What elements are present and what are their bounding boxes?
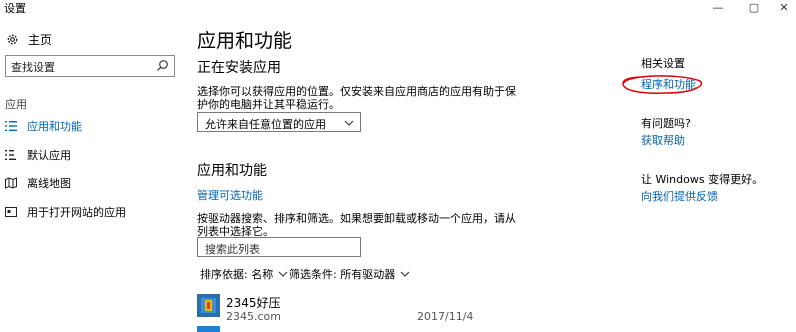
- app-icon: [197, 326, 220, 332]
- question-heading: 有问题吗?: [641, 117, 691, 130]
- gear-icon: [5, 32, 19, 46]
- sidebar-item-apps-for-websites[interactable]: 用于打开网站的应用: [5, 203, 126, 221]
- manage-optional-features-link[interactable]: 管理可选功能: [197, 187, 263, 203]
- red-annotation-circle: [622, 75, 703, 94]
- app-name: 2345好压: [226, 296, 281, 310]
- sort-label: 排序依据: 名称: [200, 268, 274, 281]
- default-apps-icon: [5, 149, 17, 161]
- app-install-date: 2017/11/4: [417, 310, 474, 323]
- sidebar-item-label: 用于打开网站的应用: [27, 206, 126, 219]
- installing-heading: 正在安装应用: [197, 60, 281, 76]
- search-placeholder: 查找设置: [11, 61, 55, 74]
- search-icon[interactable]: [156, 59, 169, 72]
- sort-dropdown[interactable]: 排序依据: 名称: [200, 266, 288, 282]
- search-placeholder: 搜索此列表: [205, 243, 260, 256]
- feedback-heading: 让 Windows 变得更好。: [641, 173, 764, 186]
- map-icon: [5, 177, 17, 189]
- page-title: 应用和功能: [197, 30, 293, 52]
- list-icon: [5, 120, 17, 132]
- close-button[interactable]: ✕: [770, 0, 796, 14]
- install-source-dropdown[interactable]: 允许来自任意位置的应用: [197, 112, 361, 132]
- app-2345-icon: [197, 294, 220, 317]
- minimize-button[interactable]: —: [704, 0, 732, 14]
- filter-label: 筛选条件: 所有驱动器: [289, 268, 396, 281]
- related-settings-heading: 相关设置: [641, 57, 685, 70]
- maximize-button[interactable]: ▢: [740, 0, 768, 14]
- app-publisher: 2345.com: [226, 310, 281, 323]
- chevron-down-icon: [278, 269, 288, 279]
- filter-dropdown[interactable]: 筛选条件: 所有驱动器: [289, 266, 410, 282]
- chevron-down-icon: [400, 269, 410, 279]
- sidebar-item-default-apps[interactable]: 默认应用: [5, 146, 71, 164]
- sidebar-item-label: 默认应用: [27, 149, 71, 162]
- sidebar-item-label: 应用和功能: [27, 120, 82, 133]
- settings-search-input[interactable]: 查找设置: [5, 55, 175, 77]
- sidebar-item-apps-features[interactable]: 应用和功能: [5, 117, 82, 135]
- get-help-link[interactable]: 获取帮助: [641, 132, 685, 148]
- sidebar-item-offline-maps[interactable]: 离线地图: [5, 174, 71, 192]
- give-feedback-link[interactable]: 向我们提供反馈: [641, 188, 718, 204]
- chevron-down-icon: [344, 117, 354, 127]
- apps-heading: 应用和功能: [197, 163, 267, 179]
- dropdown-value: 允许来自任意位置的应用: [205, 118, 326, 131]
- sidebar-item-label: 离线地图: [27, 177, 71, 190]
- installing-description-line2: 护你的电脑并让其平稳运行。: [197, 98, 340, 111]
- sidebar-section-heading: 应用: [5, 98, 27, 111]
- window-title: 设置: [4, 2, 26, 15]
- app-list-search-input[interactable]: 搜索此列表: [197, 237, 361, 257]
- sidebar-home-label: 主页: [28, 32, 53, 47]
- title-bar: 设置 — ▢ ✕: [0, 0, 796, 22]
- web-apps-icon: [5, 206, 17, 218]
- sidebar-home[interactable]: 主页: [5, 30, 52, 48]
